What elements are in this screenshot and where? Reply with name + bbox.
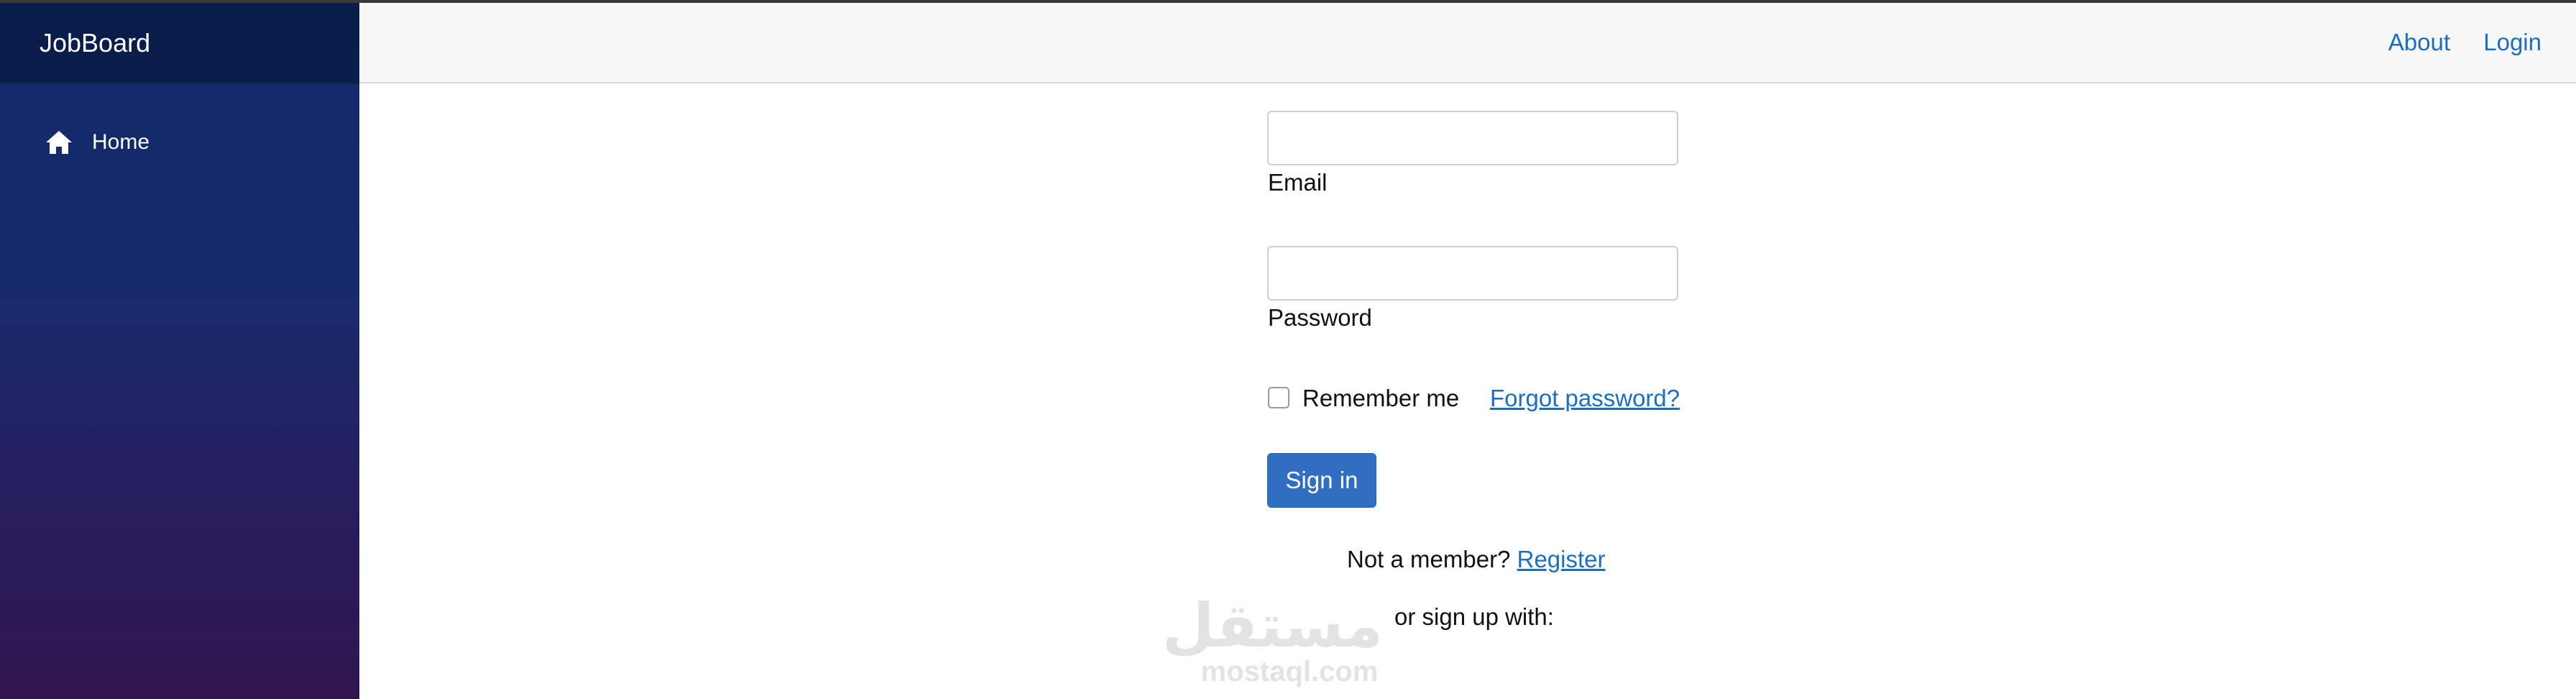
remember-me-label[interactable]: Remember me: [1302, 385, 1459, 412]
sidebar-item-label: Home: [92, 130, 150, 154]
remember-me-checkbox[interactable]: [1268, 387, 1289, 408]
email-label: Email: [1268, 169, 1328, 196]
signup-with-text: or sign up with:: [1394, 603, 1554, 630]
password-label: Password: [1268, 304, 1372, 331]
sidebar-item-home[interactable]: Home: [0, 121, 359, 164]
brand-label: JobBoard: [40, 28, 151, 58]
watermark-arabic: مستقل: [1162, 590, 1383, 661]
email-field[interactable]: [1267, 111, 1678, 165]
watermark-latin: mostaql.com: [1200, 656, 1379, 687]
forgot-password-link[interactable]: Forgot password?: [1490, 385, 1680, 412]
brand[interactable]: JobBoard: [0, 3, 359, 83]
password-field[interactable]: [1267, 246, 1678, 301]
register-link[interactable]: Register: [1517, 546, 1606, 572]
register-prompt: Not a member? Register: [1347, 546, 1606, 573]
top-bar: About Login: [359, 3, 2576, 83]
watermark-logo: مستقل mostaql.com: [1162, 590, 1383, 687]
sign-in-button[interactable]: Sign in: [1267, 453, 1376, 508]
app-window: JobBoard Home About Login Email Password…: [0, 0, 2576, 699]
home-icon: [45, 128, 73, 157]
about-link[interactable]: About: [2388, 29, 2450, 56]
login-link[interactable]: Login: [2483, 29, 2542, 56]
member-prompt-text: Not a member?: [1347, 546, 1511, 572]
sidebar: JobBoard Home: [0, 3, 359, 699]
